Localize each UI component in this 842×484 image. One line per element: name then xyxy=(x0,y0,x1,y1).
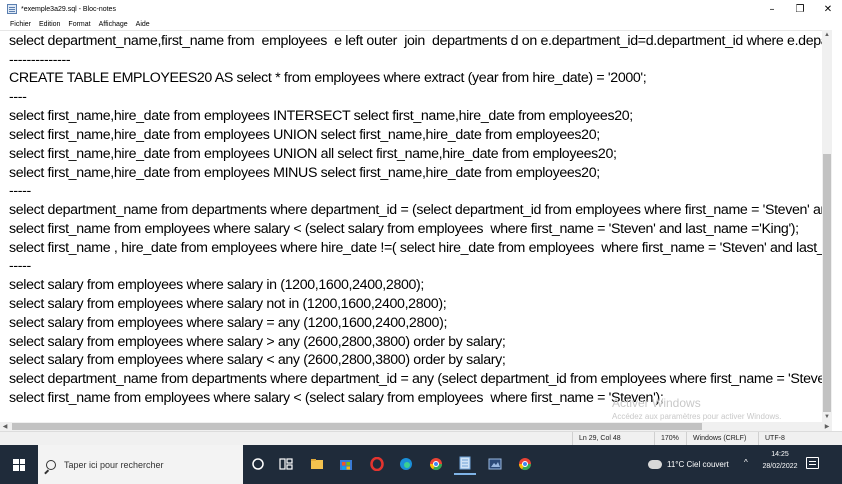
editor-line: select salary from employees where salar… xyxy=(9,296,447,312)
editor-line: select salary from employees where salar… xyxy=(9,315,448,331)
start-button[interactable] xyxy=(0,445,38,484)
status-bar: Ln 29, Col 48 170% Windows (CRLF) UTF-8 xyxy=(0,431,842,445)
editor-line: select salary from employees where salar… xyxy=(9,334,506,350)
notepad-icon xyxy=(7,4,17,14)
editor-line: ----- xyxy=(9,258,31,274)
vertical-scroll-thumb[interactable] xyxy=(823,154,831,412)
activation-watermark: Activer Windows Accédez aux paramètres p… xyxy=(612,396,781,421)
editor-line: CREATE TABLE EMPLOYEES20 AS select * fro… xyxy=(9,70,647,86)
text-editor[interactable]: select department_name,first_name from e… xyxy=(0,30,822,422)
status-position: Ln 29, Col 48 xyxy=(572,432,654,445)
scroll-right-icon[interactable]: ▶ xyxy=(822,422,832,431)
editor-line: select first_name , hire_date from emplo… xyxy=(9,240,822,256)
editor-line: select department_name from departments … xyxy=(9,202,822,218)
chrome-alt-icon[interactable] xyxy=(425,453,447,475)
window-controls: – ❐ ✕ xyxy=(758,0,842,18)
opera-icon[interactable] xyxy=(366,453,388,475)
taskbar-clock[interactable]: 14:25 28/02/2022 xyxy=(758,449,802,473)
menu-aide[interactable]: Aide xyxy=(136,21,150,28)
store-icon[interactable] xyxy=(335,453,357,475)
editor-line: select department_name from departments … xyxy=(9,371,822,387)
taskbar: 11°C Ciel couvert ^ 14:25 28/02/2022 xyxy=(0,445,842,484)
scroll-down-icon[interactable]: ▼ xyxy=(822,412,832,422)
status-line-endings: Windows (CRLF) xyxy=(686,432,758,445)
watermark-subtitle: Accédez aux paramètres pour activer Wind… xyxy=(612,412,782,421)
edge-icon[interactable] xyxy=(395,453,417,475)
editor-line: -------------- xyxy=(9,52,71,68)
widgets-icon[interactable] xyxy=(275,453,297,475)
notification-icon[interactable] xyxy=(806,457,819,469)
editor-line: select first_name,hire_date from employe… xyxy=(9,165,600,181)
file-explorer-icon[interactable] xyxy=(306,453,328,475)
menu-edition[interactable]: Edition xyxy=(39,21,60,28)
search-input[interactable] xyxy=(64,459,234,470)
clock-time: 14:25 xyxy=(771,451,789,458)
status-zoom: 170% xyxy=(654,432,686,445)
close-button[interactable]: ✕ xyxy=(814,0,842,18)
editor-line: select salary from employees where salar… xyxy=(9,352,506,368)
editor-line: select first_name from employees where s… xyxy=(9,221,799,237)
chevron-up-icon[interactable]: ^ xyxy=(744,458,748,467)
editor-line: ---- xyxy=(9,89,27,105)
taskbar-search[interactable] xyxy=(38,445,243,484)
notepad-taskbar-icon[interactable] xyxy=(454,453,476,475)
editor-line: ----- xyxy=(9,183,31,199)
maximize-button[interactable]: ❐ xyxy=(786,0,814,18)
title-bar: *exemple3a29.sql - Bloc-notes – ❐ ✕ xyxy=(0,0,842,18)
editor-line: select first_name,hire_date from employe… xyxy=(9,108,633,124)
watermark-title: Activer Windows xyxy=(612,396,701,410)
horizontal-scroll-thumb[interactable] xyxy=(12,423,702,430)
menu-affichage[interactable]: Affichage xyxy=(99,21,128,28)
editor-line: select department_name,first_name from e… xyxy=(9,33,822,49)
weather-text: 11°C Ciel couvert xyxy=(667,460,729,469)
cloud-icon xyxy=(648,460,662,469)
scroll-up-icon[interactable]: ▲ xyxy=(822,30,832,40)
minimize-button[interactable]: – xyxy=(758,0,786,18)
scroll-left-icon[interactable]: ◀ xyxy=(0,422,10,431)
vertical-scrollbar[interactable]: ▲ ▼ xyxy=(822,30,832,422)
weather-widget[interactable]: 11°C Ciel couvert xyxy=(648,445,729,484)
horizontal-scrollbar[interactable]: ◀ ▶ xyxy=(0,422,832,431)
menu-format[interactable]: Format xyxy=(68,21,90,28)
windows-logo-icon xyxy=(13,458,25,471)
menu-bar: Fichier Edition Format Affichage Aide xyxy=(0,18,842,30)
editor-line: select first_name from employees where s… xyxy=(9,390,664,406)
editor-line: select first_name,hire_date from employe… xyxy=(9,127,600,143)
media-icon[interactable] xyxy=(484,453,506,475)
task-view-icon[interactable] xyxy=(247,453,269,475)
menu-fichier[interactable]: Fichier xyxy=(10,21,31,28)
search-icon xyxy=(46,459,56,470)
status-encoding: UTF-8 xyxy=(758,432,842,445)
clock-date: 28/02/2022 xyxy=(762,463,798,470)
editor-line: select first_name,hire_date from employe… xyxy=(9,146,617,162)
editor-line: select salary from employees where salar… xyxy=(9,277,425,293)
window-title: *exemple3a29.sql - Bloc-notes xyxy=(21,5,116,13)
chrome-icon[interactable] xyxy=(514,453,536,475)
